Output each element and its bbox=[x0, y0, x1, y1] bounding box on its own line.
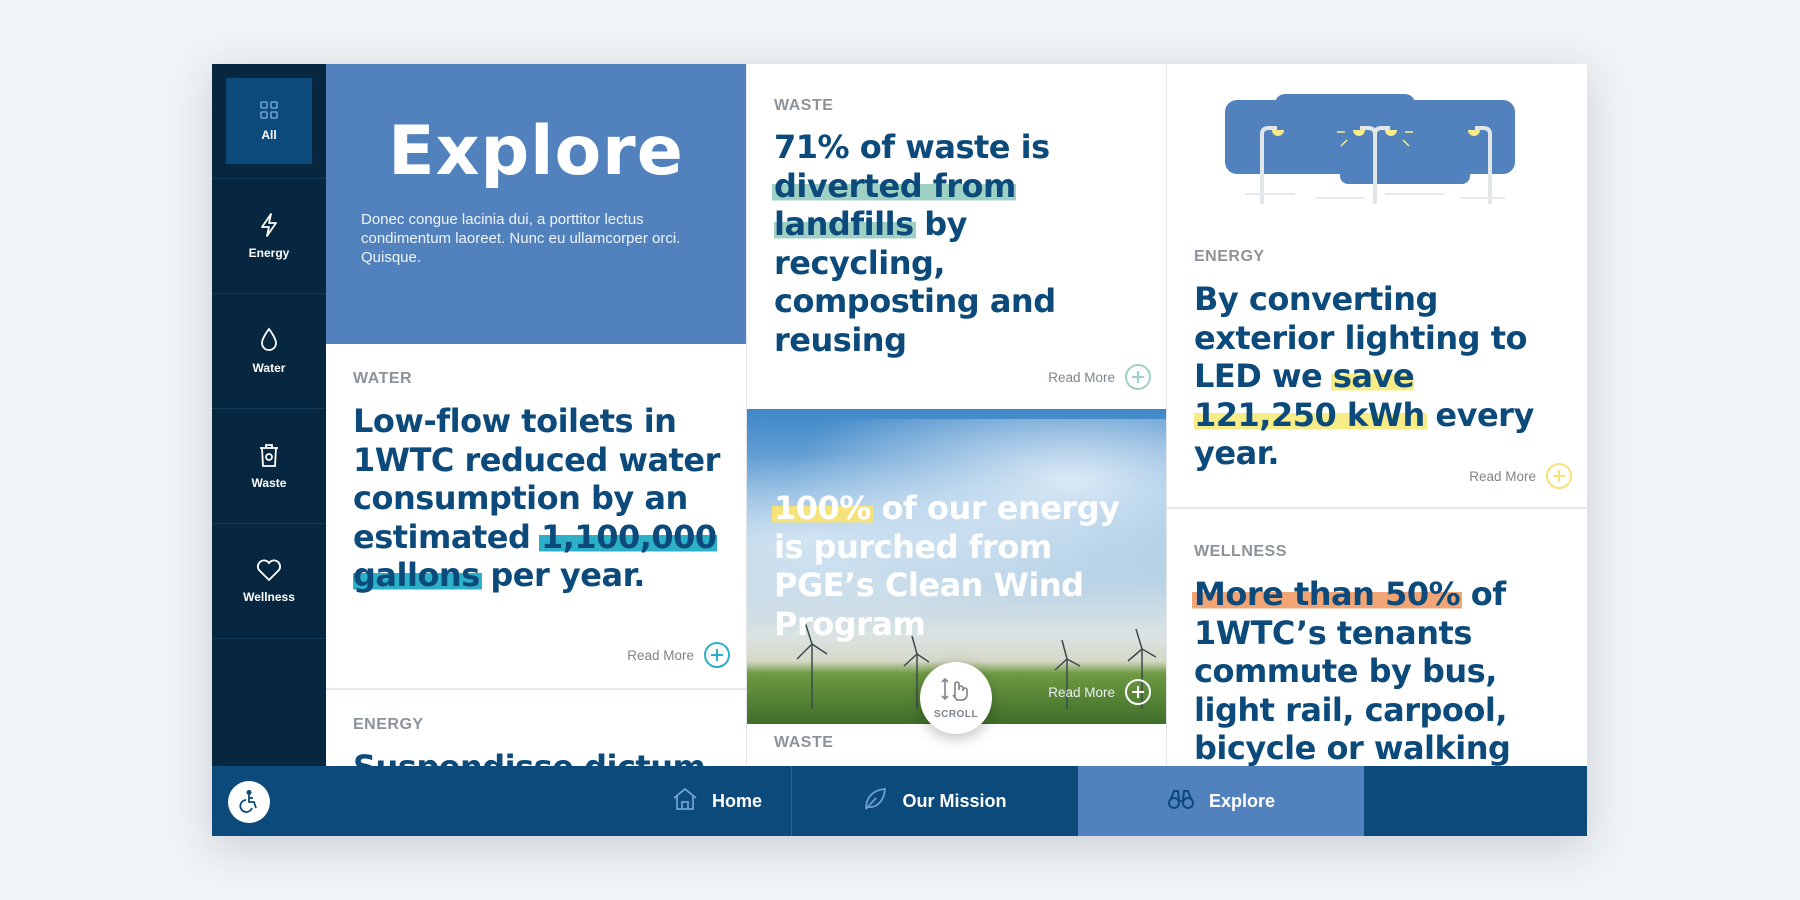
plus-circle-icon bbox=[1125, 364, 1151, 390]
headline-text: per year. bbox=[479, 556, 645, 594]
column-1: Explore Donec congue lacinia dui, a port… bbox=[326, 64, 746, 766]
card-headline: Suspendisse dictum bbox=[353, 748, 723, 766]
plus-circle-icon bbox=[1125, 679, 1151, 705]
nav-our-mission[interactable]: Our Mission bbox=[791, 766, 1077, 836]
scroll-label: SCROLL bbox=[933, 709, 979, 720]
accessibility-button[interactable] bbox=[228, 781, 270, 823]
headline-highlight: More than 50% bbox=[1192, 575, 1463, 613]
sidebar-item-label: Energy bbox=[248, 246, 290, 260]
bottom-navigation: Home Our Mission Explore bbox=[212, 766, 1587, 836]
card-category: ENERGY bbox=[1194, 248, 1265, 265]
energy-led-card[interactable]: ENERGY By converting exterior lighting t… bbox=[1167, 64, 1587, 509]
card-headline: Low-flow toilets in 1WTC reduced water c… bbox=[353, 402, 723, 595]
card-category: WASTE bbox=[774, 97, 834, 114]
card-headline: 100% of our energy is purched from PGE’s… bbox=[772, 489, 1154, 643]
nav-explore[interactable]: Explore bbox=[1078, 766, 1364, 836]
nav-label: Home bbox=[711, 790, 762, 811]
column-3: ENERGY By converting exterior lighting t… bbox=[1166, 64, 1587, 766]
sidebar-item-label: Waste bbox=[251, 476, 287, 490]
read-more-label: Read More bbox=[1469, 468, 1536, 484]
card-category: ENERGY bbox=[353, 716, 424, 733]
read-more-link[interactable]: Read More bbox=[1469, 463, 1572, 489]
kiosk-screen: All Energy Water Waste Wellness Explore … bbox=[212, 64, 1587, 836]
read-more-label: Read More bbox=[1048, 684, 1115, 700]
card-category: WELLNESS bbox=[1194, 543, 1287, 560]
sidebar-item-label: All bbox=[261, 128, 277, 142]
sidebar-item-waste[interactable]: Waste bbox=[212, 409, 326, 524]
plus-circle-icon bbox=[704, 642, 730, 668]
card-headline: More than 50% of 1WTC’s tenants commute … bbox=[1192, 575, 1564, 766]
headline-highlight: 100% bbox=[772, 489, 873, 527]
hero-description: Donec congue lacinia dui, a porttitor le… bbox=[361, 211, 681, 266]
card-headline: By converting exterior lighting to LED w… bbox=[1194, 280, 1564, 473]
page-title: Explore bbox=[388, 112, 684, 191]
sidebar-item-water[interactable]: Water bbox=[212, 294, 326, 409]
sidebar-item-wellness[interactable]: Wellness bbox=[212, 524, 326, 639]
column-2: WASTE 71% of waste is diverted from land… bbox=[746, 64, 1166, 766]
plus-circle-icon bbox=[1546, 463, 1572, 489]
scroll-hand-icon bbox=[939, 676, 973, 707]
card-category: WASTE bbox=[774, 734, 834, 751]
heart-icon bbox=[256, 558, 282, 582]
grid-icon bbox=[259, 100, 279, 120]
nav-label: Explore bbox=[1208, 790, 1276, 811]
binoculars-icon bbox=[1167, 788, 1195, 815]
read-more-label: Read More bbox=[1048, 369, 1115, 385]
nav-label: Our Mission bbox=[902, 790, 1007, 811]
sidebar-item-all[interactable]: All bbox=[212, 64, 326, 179]
sidebar-item-label: Water bbox=[252, 361, 286, 375]
sidebar-item-label: Wellness bbox=[243, 590, 295, 604]
wheelchair-icon bbox=[237, 789, 261, 816]
wellness-card[interactable]: WELLNESS More than 50% of 1WTC’s tenants… bbox=[1167, 509, 1587, 766]
sidebar-item-energy[interactable]: Energy bbox=[212, 179, 326, 294]
card-category: WATER bbox=[353, 370, 413, 387]
trash-icon bbox=[257, 442, 281, 468]
lightning-icon bbox=[258, 212, 280, 238]
headline-text: 71% of waste is bbox=[774, 128, 1050, 166]
energy-card-partial[interactable]: ENERGY Suspendisse dictum bbox=[326, 690, 746, 766]
headline-highlight: diverted from landfills bbox=[772, 166, 1016, 243]
read-more-link[interactable]: Read More bbox=[1048, 364, 1151, 390]
category-sidebar: All Energy Water Waste Wellness bbox=[212, 64, 326, 766]
droplet-icon bbox=[259, 327, 279, 353]
leaf-icon bbox=[862, 786, 888, 817]
read-more-link[interactable]: Read More bbox=[1048, 679, 1151, 705]
scroll-button[interactable]: SCROLL bbox=[920, 662, 992, 734]
water-card[interactable]: WATER Low-flow toilets in 1WTC reduced w… bbox=[326, 344, 746, 690]
read-more-label: Read More bbox=[627, 647, 694, 663]
card-headline: 71% of waste is diverted from landfills … bbox=[772, 128, 1144, 359]
home-icon bbox=[672, 787, 698, 816]
explore-hero: Explore Donec congue lacinia dui, a port… bbox=[326, 64, 746, 344]
waste-card[interactable]: WASTE 71% of waste is diverted from land… bbox=[747, 64, 1166, 409]
street-lights-illustration bbox=[1225, 94, 1515, 204]
active-highlight bbox=[226, 78, 312, 164]
read-more-link[interactable]: Read More bbox=[627, 642, 730, 668]
